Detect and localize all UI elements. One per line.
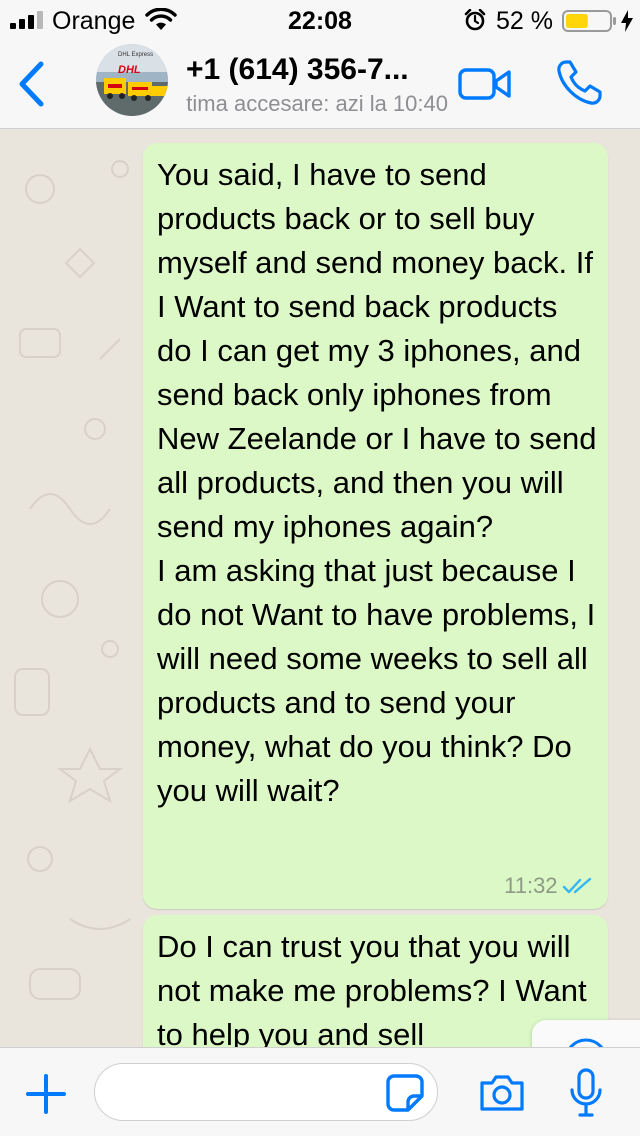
chat-header: DHL DHL Express +1 (614) 356-7... ultima…: [0, 40, 640, 129]
battery-percent: 52 %: [496, 7, 553, 35]
video-call-icon[interactable]: [458, 64, 512, 104]
chevron-down-circle-icon: [568, 1038, 604, 1047]
battery-icon: [562, 10, 616, 32]
back-chevron-icon[interactable]: [14, 60, 48, 108]
message-text: You said, I have to send products back o…: [157, 157, 597, 808]
avatar-logo-text: DHL: [118, 64, 141, 76]
outgoing-message-bubble[interactable]: You said, I have to send products back o…: [143, 143, 608, 909]
message-input-bar: [0, 1047, 640, 1136]
message-time: 11:32: [504, 873, 558, 898]
message-meta: 11:32: [504, 873, 594, 899]
read-receipt-icon: [562, 877, 592, 894]
charging-bolt-icon: [621, 10, 633, 32]
alarm-icon: [464, 9, 486, 31]
avatar-caption-text: DHL Express: [118, 52, 154, 58]
message-list[interactable]: You said, I have to send products back o…: [0, 129, 640, 1047]
status-bar: Orange 22:08 52 %: [0, 0, 640, 40]
microphone-icon[interactable]: [568, 1068, 604, 1118]
plus-icon[interactable]: [26, 1074, 66, 1114]
sticker-icon[interactable]: [386, 1074, 424, 1112]
last-seen-status: ultima accesare: azi la 10:40: [186, 91, 448, 116]
scroll-to-bottom-button[interactable]: [532, 1020, 640, 1047]
contact-avatar[interactable]: DHL DHL Express: [96, 44, 168, 116]
camera-icon[interactable]: [478, 1073, 526, 1113]
contact-name[interactable]: +1 (614) 356-7...: [186, 52, 409, 88]
phone-icon[interactable]: [554, 58, 604, 108]
